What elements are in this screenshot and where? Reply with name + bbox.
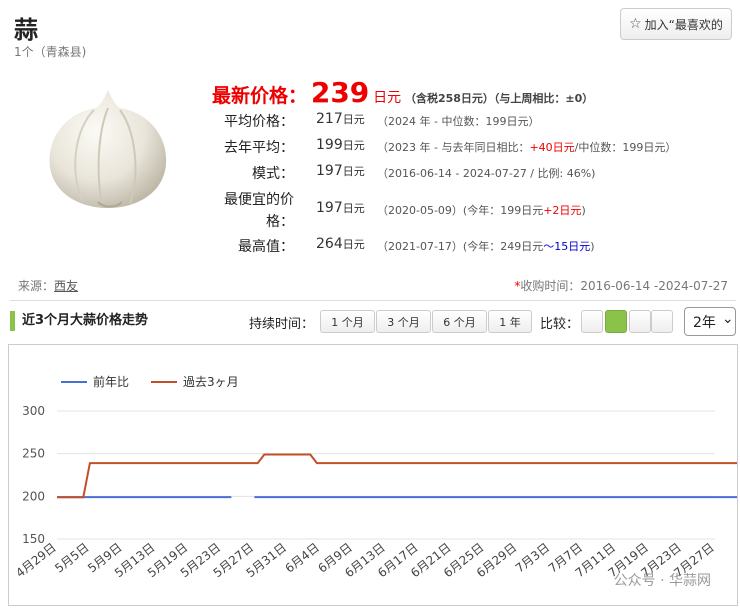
compare-option-4[interactable]: [651, 310, 673, 333]
y-tick-label: 300: [22, 404, 45, 418]
duration-label: 持续时间：: [249, 317, 315, 332]
x-tick-label: 6月4日: [282, 540, 322, 575]
duration-button-6m[interactable]: 6 个月: [432, 310, 487, 333]
mode-label: 模式：: [252, 166, 294, 182]
x-tick-label: 5月5日: [52, 540, 92, 575]
last-year-label: 去年平均：: [224, 140, 294, 156]
divider: [10, 300, 736, 301]
latest-price-value: 239: [310, 76, 370, 109]
latest-price-label: 最新价格：: [212, 85, 308, 107]
page-title: 蒜: [14, 16, 38, 44]
y-tick-label: 200: [22, 489, 45, 503]
garlic-image: [49, 90, 167, 208]
compare-option-2[interactable]: [605, 310, 627, 333]
lowest-detail: （2020-05-09）(今年：199日元+2日元): [377, 204, 586, 217]
add-favorite-label: 加入“最喜欢的: [644, 17, 723, 32]
legend-label-yoy: 前年比: [93, 374, 129, 389]
latest-price-note: （含税258日元）（与上周相比：±0）: [404, 92, 594, 105]
section-title: 近3个月大蒜价格走势: [10, 311, 148, 331]
y-tick-label: 150: [22, 532, 45, 546]
price-chart-container: 150 200 250 300 4月29日 5月5日 5月9日 5月13日 5月19日 5月23日…: [8, 344, 740, 606]
x-tick-label: 7月3日: [513, 540, 553, 575]
year-select[interactable]: 2年 ⌄: [684, 307, 736, 336]
lowest-value: 197日元: [316, 200, 365, 216]
latest-price: 最新价格： 239 日元 （含税258日元）（与上周相比：±0）: [212, 76, 593, 109]
last-year-value: 199日元: [316, 137, 365, 153]
add-favorite-button[interactable]: ☆ 加入“最喜欢的: [620, 8, 732, 40]
last-year-detail: （2023 年 - 与去年同日相比：+40日元/中位数：199日元）: [377, 141, 677, 154]
x-tick-label: 4月29日: [13, 540, 59, 580]
compare-option-1[interactable]: [581, 310, 603, 333]
source-link[interactable]: 西友: [54, 279, 78, 293]
source-label: 来源：: [18, 279, 55, 293]
year-select-value: 2年: [693, 314, 716, 331]
compare-option-3[interactable]: [629, 310, 651, 333]
watermark-text: 公众号 · 华蒜网: [614, 573, 711, 589]
avg-price-detail: （2024 年 - 中位数：199日元）: [377, 115, 540, 128]
duration-button-1m[interactable]: 1 个月: [320, 310, 375, 333]
legend-label-3-months: 過去3ヶ月: [183, 375, 239, 389]
latest-price-unit: 日元: [373, 90, 402, 106]
mode-value: 197日元: [316, 163, 365, 179]
y-tick-label: 250: [22, 447, 45, 461]
lowest-label-2: 格：: [266, 214, 294, 230]
chevron-down-icon: ⌄: [721, 310, 734, 327]
avg-price-value: 217日元: [316, 111, 365, 127]
avg-price-label: 平均价格：: [224, 114, 294, 130]
lowest-label-1: 最便宜的价: [224, 192, 294, 208]
mode-detail: （2016-06-14 - 2024-07-27 / 比例: 46%): [377, 167, 596, 180]
duration-button-1y[interactable]: 1 年: [488, 310, 532, 333]
series-line-3-months: [57, 453, 740, 499]
purchase-period: *收购时间：2016-06-14 -2024-07-27: [514, 279, 728, 293]
star-icon: ☆: [629, 16, 642, 32]
highest-value: 264日元: [316, 236, 365, 252]
source: 来源：西友: [18, 277, 78, 294]
price-chart: 1502002503004月29日5月5日5月9日5月13日5月19日5月23日…: [13, 374, 740, 589]
page-subtitle: 1个（青森县): [14, 45, 87, 59]
highest-detail: （2021-07-17）(今年：249日元～15日元): [377, 240, 595, 253]
highest-label: 最高值：: [238, 239, 294, 255]
duration-button-3m[interactable]: 3 个月: [376, 310, 431, 333]
compare-label: 比较：: [540, 317, 580, 332]
